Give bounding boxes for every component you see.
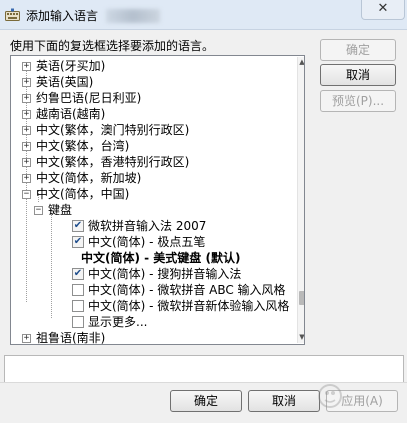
tree-item[interactable]: + 中文(简体，新加坡) [11,170,289,186]
show-more-label: 显示更多... [88,315,148,329]
title-bar: 添加输入语言 ✕ [0,0,407,30]
tree-item-label: 约鲁巴语(尼日利亚) [36,91,142,105]
checkbox[interactable]: ✔ [72,268,84,280]
tree-item-label: 键盘 [48,203,73,217]
tree-item-label: 英语(牙买加) [36,59,106,73]
checkbox[interactable] [72,300,84,312]
instruction-text: 使用下面的复选框选择要添加的语言。 [10,39,215,53]
ok-button[interactable]: 确定 [170,390,242,412]
tree-item[interactable]: − 中文(简体，中国) [11,186,289,202]
input-method-label: 中文(简体) - 搜狗拼音输入法 [88,267,242,281]
checkbox[interactable] [72,316,84,328]
scroll-down-icon[interactable]: ▼ [298,332,304,343]
blurred-title-region [106,9,160,23]
input-method-item-default[interactable]: 中文(简体) - 美式键盘 (默认) [11,250,289,266]
tree-item-label: 中文(简体，中国) [36,187,130,201]
input-method-item[interactable]: ✔ 中文(简体) - 极点五笔 [11,234,289,250]
checkbox[interactable]: ✔ [72,220,84,232]
expand-icon[interactable]: + [22,62,31,71]
expand-icon[interactable]: + [22,142,31,151]
expand-icon[interactable]: + [22,78,31,87]
tree-item[interactable]: + 中文(繁体，香港特别行政区) [11,154,289,170]
tree-item[interactable]: + 英语(牙买加) [11,58,289,74]
tree-item-label: 中文(繁体，台湾) [36,139,130,153]
close-button[interactable]: ✕ [361,0,405,20]
tree-item[interactable]: + 越南语(越南) [11,106,289,122]
collapse-icon[interactable]: − [34,206,43,215]
window-title: 添加输入语言 [26,9,99,23]
checkbox[interactable] [72,284,84,296]
language-tree[interactable]: + 英语(牙买加) + 英语(英国) + 约鲁巴语(尼日利亚) + 越南语(越南… [10,55,305,345]
tree-item-keyboard[interactable]: − 键盘 [11,202,289,218]
expand-icon[interactable]: + [22,174,31,183]
expand-icon[interactable]: + [22,334,31,343]
input-method-item[interactable]: ✔ 微软拼音输入法 2007 [11,218,289,234]
tree-item-label: 中文(繁体，香港特别行政区) [36,155,190,169]
ok-button-side[interactable]: 确定 [320,39,396,61]
preview-button[interactable]: 预览(P)... [320,90,396,112]
tree-item-label: 越南语(越南) [36,107,106,121]
tree-item-label: 中文(简体，新加坡) [36,171,142,185]
cancel-button-side[interactable]: 取消 [320,64,396,86]
input-method-item[interactable]: 中文(简体) - 微软拼音新体验输入风格 [11,298,289,314]
input-method-item[interactable]: 中文(简体) - 微软拼音 ABC 输入风格 [11,282,289,298]
scroll-up-icon[interactable]: ▲ [298,57,304,68]
tree-item-label: 祖鲁语(南非) [36,331,106,345]
tree-item-label: 英语(英国) [36,75,94,89]
tree-item[interactable]: + 约鲁巴语(尼日利亚) [11,90,289,106]
input-method-label: 中文(简体) - 极点五笔 [88,235,206,249]
tree-item[interactable]: + 祖鲁语(南非) [11,330,289,345]
expand-icon[interactable]: + [22,126,31,135]
checkbox[interactable]: ✔ [72,236,84,248]
collapse-icon[interactable]: − [22,190,31,199]
input-method-label: 微软拼音输入法 2007 [88,219,207,233]
tree-item-label: 中文(繁体，澳门特别行政区) [36,123,190,137]
expand-icon[interactable]: + [22,158,31,167]
vertical-scrollbar[interactable]: ▲ ▼ [297,57,304,343]
expand-icon[interactable]: + [22,110,31,119]
input-method-label: 中文(简体) - 美式键盘 (默认) [81,251,241,265]
watermark-logo-icon [318,384,342,408]
tree-item[interactable]: + 英语(英国) [11,74,289,90]
input-method-label: 中文(简体) - 微软拼音新体验输入风格 [88,299,290,313]
show-more-item[interactable]: 显示更多... [11,314,289,330]
keyboard-icon [5,8,20,21]
cancel-button[interactable]: 取消 [248,390,320,412]
input-method-label: 中文(简体) - 微软拼音 ABC 输入风格 [88,283,286,297]
tree-item[interactable]: + 中文(繁体，台湾) [11,138,289,154]
expand-icon[interactable]: + [22,94,31,103]
tree-item[interactable]: + 中文(繁体，澳门特别行政区) [11,122,289,138]
scroll-thumb[interactable] [299,291,304,305]
input-method-item[interactable]: ✔ 中文(简体) - 搜狗拼音输入法 [11,266,289,282]
